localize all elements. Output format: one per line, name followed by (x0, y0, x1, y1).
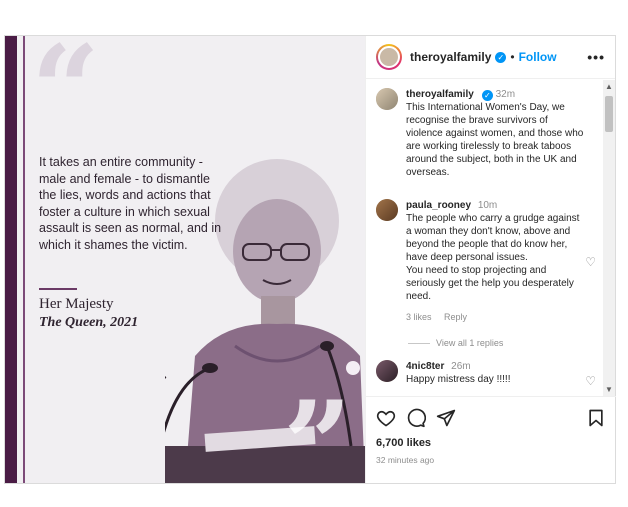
caption-text: This International Women's Day, we recog… (406, 102, 584, 178)
view-replies-label[interactable]: View all 1 replies (436, 338, 503, 348)
verified-badge-icon: ✓ (495, 51, 507, 63)
close-quote-mark: ” (283, 375, 353, 484)
attribution-title: The Queen, 2021 (39, 315, 139, 330)
verified-badge-icon: ✓ (481, 90, 493, 101)
caption-avatar[interactable] (376, 88, 398, 110)
like-heart-icon[interactable] (376, 408, 396, 428)
comment-time: 10m (477, 200, 498, 211)
reply-button[interactable]: Reply (444, 312, 467, 322)
like-comment-heart-icon[interactable]: ♡ (585, 374, 596, 388)
separator-dot: • (510, 50, 515, 64)
comments-list[interactable]: theroyalfamily ✓ 32m This International W… (366, 80, 604, 396)
scroll-down-arrow-icon[interactable]: ▼ (605, 385, 613, 394)
purple-thin-stripe (23, 36, 25, 483)
comment-time: 26m (451, 361, 471, 372)
post-image[interactable]: “ It takes an entire community - male an… (5, 36, 365, 483)
scrollbar-thumb[interactable] (605, 96, 613, 132)
quote-text: It takes an entire community - male and … (39, 155, 222, 252)
scroll-up-arrow-icon[interactable]: ▲ (605, 82, 613, 91)
commenter-username[interactable]: paula_rooney (406, 200, 471, 211)
page: “ It takes an entire community - male an… (0, 0, 628, 507)
caption-body: theroyalfamily ✓ 32m This International W… (406, 88, 586, 179)
attribution-name: Her Majesty (39, 296, 114, 312)
comment-meta: 3 likes Reply (406, 311, 586, 324)
comment-text: The people who carry a grudge against a … (406, 213, 580, 302)
caption: theroyalfamily ✓ 32m This International W… (366, 88, 604, 179)
comment-bubble-icon[interactable] (406, 408, 426, 428)
comment-item: paula_rooney 10m The people who carry a … (366, 199, 604, 324)
action-icons-row (376, 407, 606, 429)
profile-avatar[interactable] (376, 44, 402, 70)
comment-likes[interactable]: 3 likes (406, 312, 432, 322)
post-header: theroyalfamily ✓ • Follow ••• (366, 36, 615, 79)
likes-count[interactable]: 6,700 likes (376, 437, 606, 449)
commenter-avatar[interactable] (376, 360, 398, 382)
attribution-divider (39, 288, 77, 290)
like-comment-heart-icon[interactable]: ♡ (585, 255, 596, 269)
purple-stripe (5, 36, 17, 483)
posted-time[interactable]: 32 minutes ago (376, 455, 606, 465)
replies-line (408, 342, 430, 344)
instagram-post: “ It takes an entire community - male an… (4, 35, 616, 484)
view-replies-button[interactable]: View all 1 replies (408, 338, 604, 348)
commenter-avatar[interactable] (376, 199, 398, 221)
save-bookmark-icon[interactable] (586, 408, 606, 428)
comments-scrollbar[interactable]: ▲ ▼ (603, 80, 615, 396)
follow-button[interactable]: Follow (519, 50, 557, 64)
header-username[interactable]: theroyalfamily (410, 50, 491, 64)
caption-time: 32m (495, 89, 516, 100)
caption-username[interactable]: theroyalfamily (406, 89, 474, 100)
post-actions: 6,700 likes 32 minutes ago (366, 396, 616, 483)
comment-text: Happy mistress day !!!!! (406, 374, 511, 385)
commenter-username[interactable]: 4nic8ter (406, 361, 444, 372)
share-send-icon[interactable] (436, 408, 456, 428)
comment-body: paula_rooney 10m The people who carry a … (406, 199, 586, 324)
comment-body: 4nic8ter 26m Happy mistress day !!!!! (406, 360, 586, 386)
post-side-panel: theroyalfamily ✓ • Follow ••• theroyalfa… (365, 36, 616, 483)
open-quote-mark: “ (31, 36, 101, 160)
comment-item: 4nic8ter 26m Happy mistress day !!!!! ♡ (366, 360, 604, 388)
more-options-icon[interactable]: ••• (587, 49, 605, 65)
